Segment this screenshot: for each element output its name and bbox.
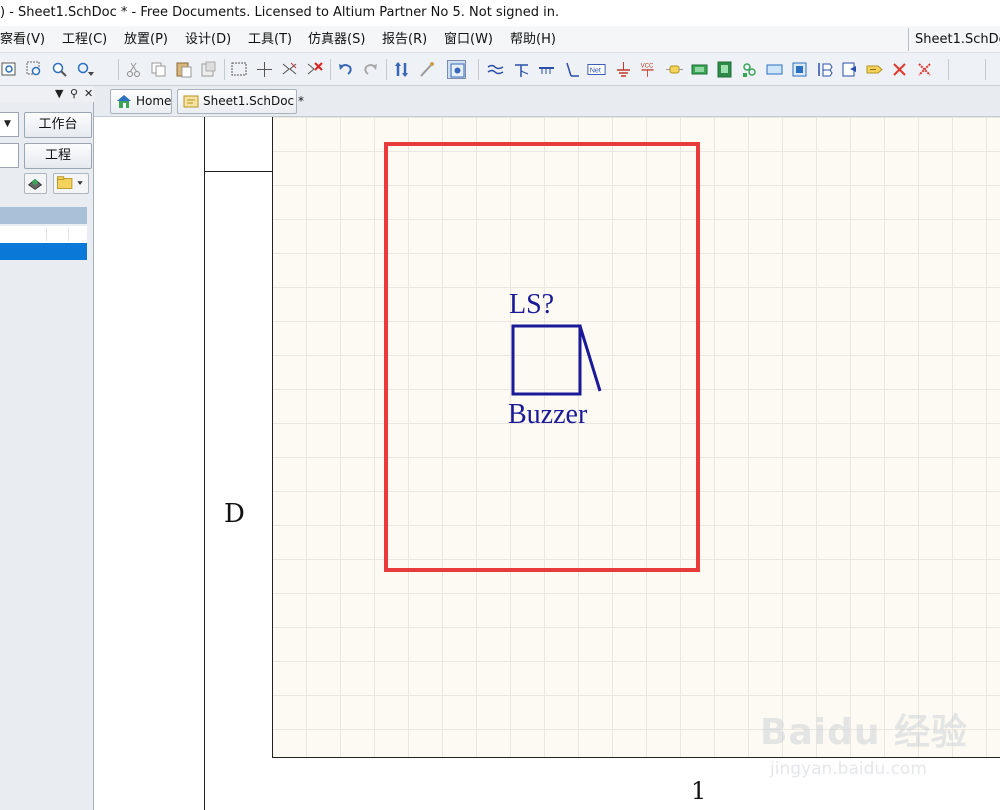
column-divider <box>46 228 47 241</box>
close-icon[interactable]: ✕ <box>84 87 93 101</box>
sheet-entry-icon[interactable] <box>715 60 734 79</box>
gnd-port-icon[interactable] <box>614 60 633 79</box>
port-icon[interactable] <box>790 60 809 79</box>
tab-sheet1[interactable]: Sheet1.SchDoc * <box>177 89 304 114</box>
project-list-header <box>0 207 87 224</box>
menu-bar: 察看(V) 工程(C) 放置(P) 设计(D) 工具(T) 仿真器(S) 报告(… <box>0 26 1000 53</box>
folder-options-icon[interactable] <box>53 173 89 194</box>
device-sheet-icon[interactable] <box>740 60 759 79</box>
sheet-inner-border <box>272 117 273 758</box>
tab-label: Sheet1.SchDoc * <box>203 94 304 108</box>
toolbar-separator <box>386 59 387 80</box>
menu-place[interactable]: 放置(P) <box>124 26 168 53</box>
harness-icon[interactable] <box>765 60 784 79</box>
chevron-down-icon: ▼ <box>4 119 11 129</box>
menu-reports[interactable]: 报告(R) <box>382 26 427 53</box>
part-icon[interactable] <box>665 60 684 79</box>
vcc-port-icon[interactable]: VCC <box>638 60 660 79</box>
rubber-stamp-icon[interactable] <box>199 60 218 79</box>
zone-divider <box>204 171 272 172</box>
bus-icon[interactable] <box>512 60 531 79</box>
compile-icon[interactable] <box>24 173 47 194</box>
home-icon <box>116 94 132 109</box>
net-label-text: Net <box>590 66 601 75</box>
tab-home[interactable]: Home <box>110 89 172 114</box>
document-tab-bar: Home Sheet1.SchDoc * <box>94 86 1000 117</box>
document-selector[interactable]: Sheet1.SchDoc <box>908 28 1000 51</box>
bus-entry-icon[interactable] <box>537 60 556 79</box>
toolbar-separator <box>948 59 949 80</box>
component-comment[interactable]: Buzzer <box>508 399 587 431</box>
toolbar-separator <box>330 59 331 80</box>
hierarchy-icon[interactable] <box>392 60 411 79</box>
watermark-url: jingyan.baidu.com <box>770 759 927 779</box>
no-erc-icon[interactable] <box>890 60 909 79</box>
panel-header: ▼ ⚲ ✕ <box>0 86 94 102</box>
sheet-outer-border <box>204 117 205 810</box>
schematic-doc-icon <box>183 94 199 109</box>
cut-icon[interactable] <box>124 60 143 79</box>
move-icon[interactable] <box>255 60 274 79</box>
buzzer-symbol[interactable] <box>510 323 610 407</box>
no-erc-red-icon[interactable] <box>915 60 934 79</box>
panel-menu-icon[interactable]: ▼ <box>55 87 63 101</box>
tab-label: Home <box>136 94 172 108</box>
sheet-icon[interactable] <box>447 60 466 79</box>
signal-harness-icon[interactable] <box>840 60 859 79</box>
project-field[interactable] <box>0 143 19 168</box>
toolbar-separator <box>118 59 119 80</box>
vcc-label: VCC <box>641 63 654 69</box>
watermark: Baidu 经验 jingyan.baidu.com <box>760 695 967 795</box>
undo-icon[interactable] <box>336 60 355 79</box>
zone-column-label: 1 <box>691 777 707 805</box>
menu-help[interactable]: 帮助(H) <box>510 26 556 53</box>
menu-project[interactable]: 工程(C) <box>62 26 107 53</box>
paste-icon[interactable] <box>174 60 193 79</box>
net-label-icon[interactable] <box>562 60 581 79</box>
wire-icon[interactable] <box>486 60 505 79</box>
watermark-logo: Baidu 经验 <box>760 712 969 753</box>
list-item-selected[interactable] <box>0 243 87 260</box>
toolbar: Net VCC <box>0 53 1000 86</box>
menu-window[interactable]: 窗口(W) <box>444 26 493 53</box>
toolbar-separator <box>478 59 479 80</box>
zoom-filter-icon[interactable] <box>75 60 94 79</box>
menu-simulator[interactable]: 仿真器(S) <box>308 26 365 53</box>
toolbar-separator <box>224 59 225 80</box>
zoom-selected-icon[interactable] <box>50 60 69 79</box>
menu-design[interactable]: 设计(D) <box>185 26 231 53</box>
zoom-area-icon[interactable] <box>25 60 44 79</box>
cross-probe-icon[interactable] <box>417 60 436 79</box>
column-divider <box>68 228 69 241</box>
menu-tools[interactable]: 工具(T) <box>248 26 292 53</box>
select-area-icon[interactable] <box>230 60 249 79</box>
toolbar-separator <box>985 59 986 80</box>
netlabel-text-icon[interactable]: Net <box>587 60 608 79</box>
redo-icon[interactable] <box>361 60 380 79</box>
projects-panel: ▼ ⚲ ✕ ▼ 工作台 工程 <box>0 86 94 810</box>
pin-icon[interactable]: ⚲ <box>70 87 78 101</box>
workspace-dropdown[interactable]: ▼ <box>0 112 19 137</box>
project-button[interactable]: 工程 <box>24 143 92 169</box>
copy-icon[interactable] <box>149 60 168 79</box>
window-title: ) - Sheet1.SchDoc * - Free Documents. Li… <box>0 0 1000 26</box>
menu-view[interactable]: 察看(V) <box>0 26 45 53</box>
harness-entry-icon[interactable] <box>815 60 834 79</box>
zoom-fit-icon[interactable] <box>0 60 19 79</box>
sheet-symbol-icon[interactable] <box>690 60 709 79</box>
deselect-icon[interactable] <box>280 60 299 79</box>
workspace-button[interactable]: 工作台 <box>24 112 92 138</box>
list-item[interactable] <box>0 226 87 243</box>
component-designator[interactable]: LS? <box>509 289 554 321</box>
off-sheet-icon[interactable] <box>865 60 884 79</box>
clear-filter-icon[interactable] <box>305 60 324 79</box>
zone-row-label: D <box>224 499 245 529</box>
